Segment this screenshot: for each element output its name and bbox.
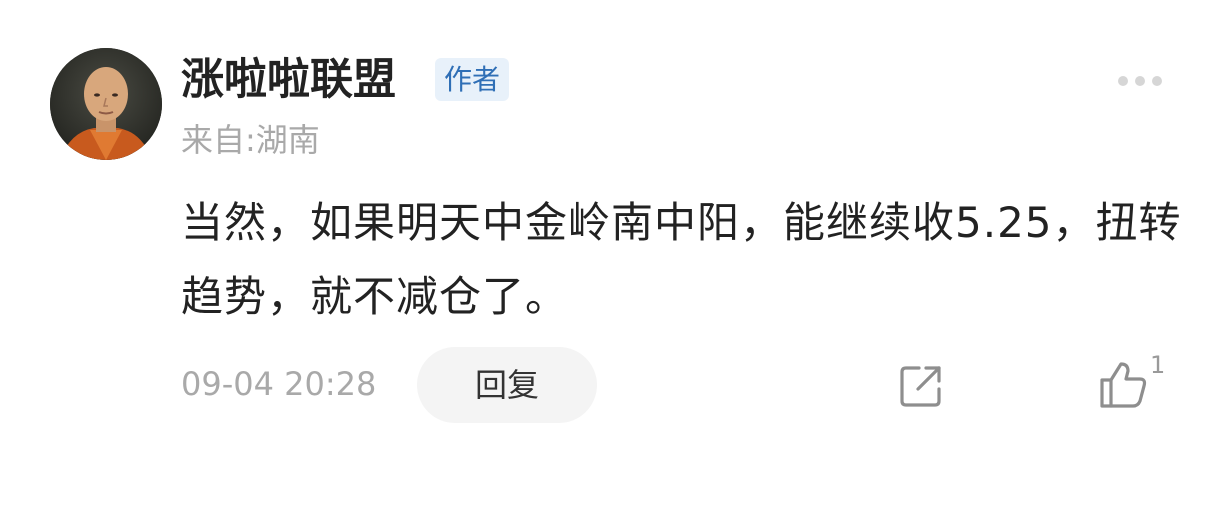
comment-text: 当然，如果明天中金岭南中阳，能继续收5.25，扭转趋势，就不减仓了。 bbox=[181, 198, 1182, 321]
comment-timestamp: 09-04 20:28 bbox=[181, 365, 377, 403]
like-count: 1 bbox=[1150, 351, 1166, 379]
thumbs-up-icon[interactable] bbox=[1098, 360, 1152, 410]
reply-button[interactable]: 回复 bbox=[417, 347, 597, 423]
author-location: 来自:湖南 bbox=[181, 121, 320, 159]
avatar[interactable] bbox=[50, 48, 162, 160]
share-external-icon[interactable] bbox=[897, 362, 945, 410]
author-name[interactable]: 涨啦啦联盟 bbox=[181, 52, 396, 108]
more-dots-icon[interactable] bbox=[1118, 74, 1170, 88]
author-badge: 作者 bbox=[435, 58, 510, 101]
